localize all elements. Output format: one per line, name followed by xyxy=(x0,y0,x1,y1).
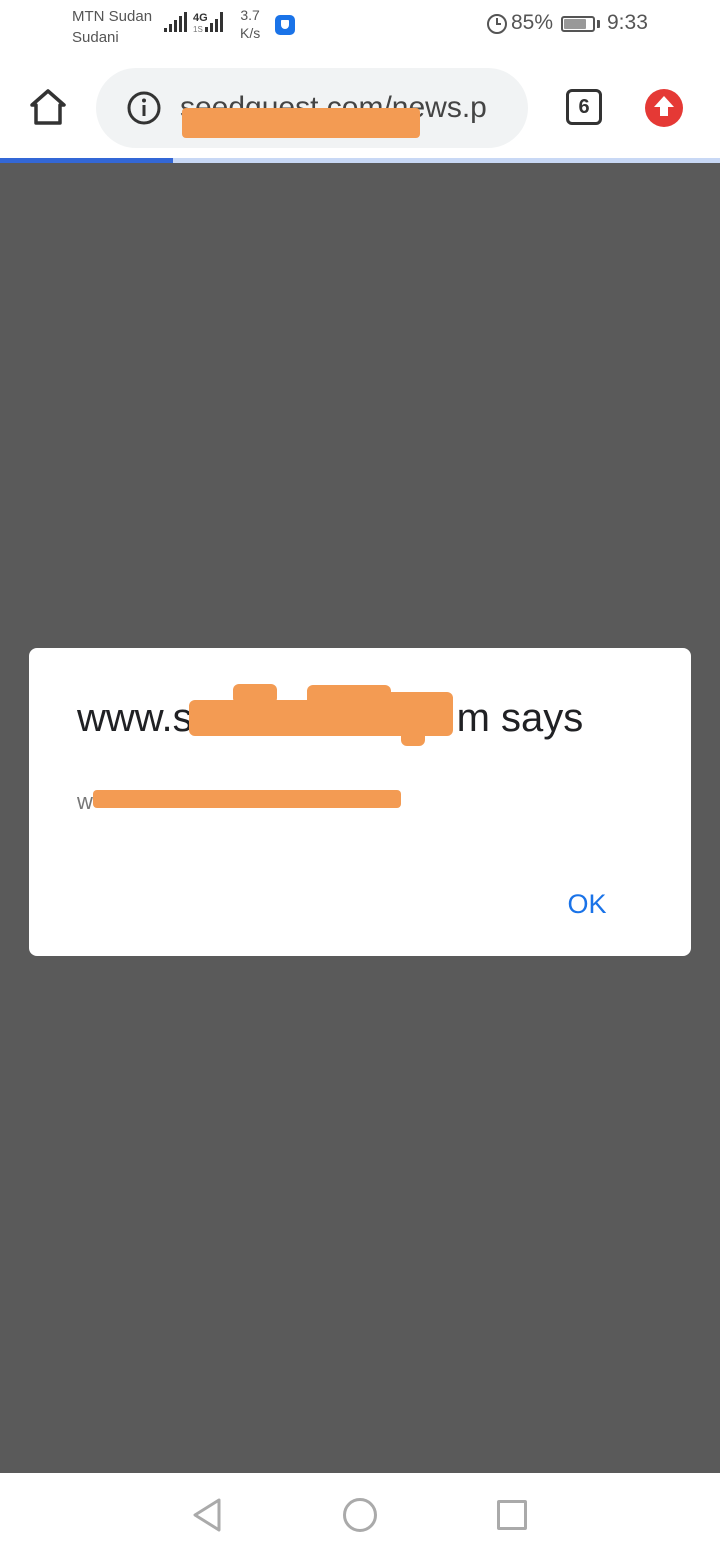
browser-toolbar: seedquest.com/news.p 6 xyxy=(0,56,720,160)
dialog-message-prefix: w xyxy=(77,789,93,814)
redaction-mark xyxy=(93,790,401,808)
network-sub: 1S xyxy=(193,25,203,34)
address-bar[interactable]: seedquest.com/news.p xyxy=(96,68,528,148)
battery-icon xyxy=(561,16,595,32)
speed-unit: K/s xyxy=(240,25,261,41)
carrier-name: MTN Sudan Sudani xyxy=(72,6,152,48)
carrier-line-2: Sudani xyxy=(72,29,119,46)
nav-home-icon[interactable] xyxy=(343,1498,377,1532)
battery-tip xyxy=(597,20,600,28)
alert-dialog: www.s m says w OK xyxy=(29,648,691,956)
system-nav-bar xyxy=(0,1473,720,1557)
signal-strength-icon-2 xyxy=(205,12,227,32)
update-arrow-icon[interactable] xyxy=(645,89,683,127)
vpn-shield-icon xyxy=(275,15,295,35)
tab-switcher-button[interactable]: 6 xyxy=(566,89,602,125)
ok-button[interactable]: OK xyxy=(545,880,629,928)
status-bar: MTN Sudan Sudani 4G 1S 3.7 K/s 85% 9:33 xyxy=(0,0,720,56)
nav-back-icon[interactable] xyxy=(191,1497,223,1533)
info-icon[interactable] xyxy=(126,90,162,126)
nav-recents-icon[interactable] xyxy=(497,1500,527,1530)
redaction-mark xyxy=(189,684,453,746)
dialog-message: w xyxy=(77,788,93,816)
redaction-mark xyxy=(182,108,420,138)
battery-percent: 85% xyxy=(511,11,554,34)
carrier-line-1: MTN Sudan xyxy=(72,8,153,25)
clock: 9:33 xyxy=(607,11,648,34)
home-icon[interactable] xyxy=(28,87,68,127)
alarm-icon xyxy=(487,14,507,34)
dialog-title-prefix: www.s xyxy=(77,696,193,740)
network-speed: 3.7 K/s xyxy=(240,6,260,42)
signal-strength-icon xyxy=(164,12,188,32)
dialog-title-suffix: m says xyxy=(456,696,584,740)
speed-value: 3.7 xyxy=(240,7,260,23)
